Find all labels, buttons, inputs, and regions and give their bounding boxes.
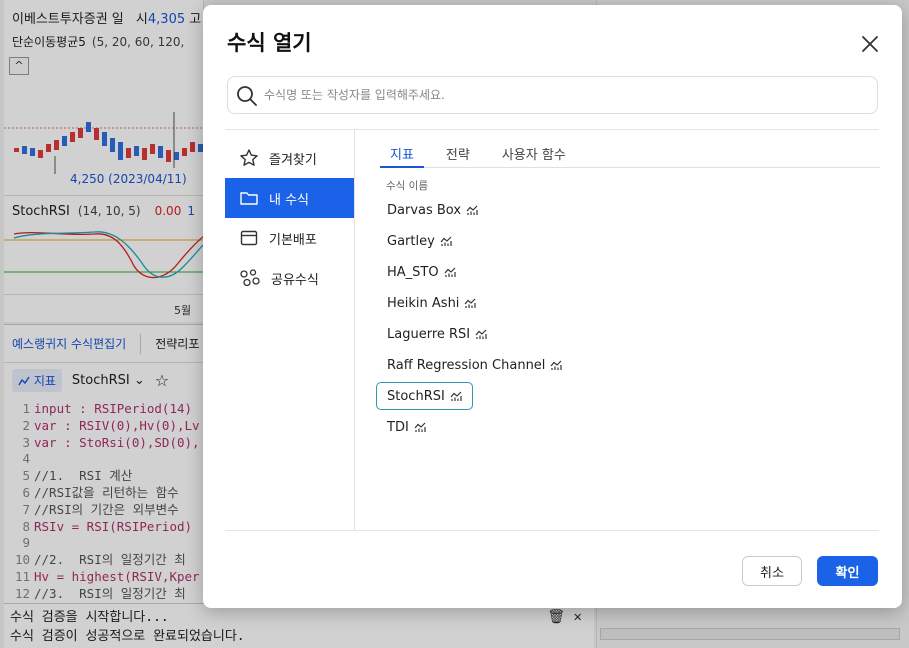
search-icon — [237, 86, 257, 106]
dialog-body: 즐겨찾기 내 수식 기본배포 공유수식 지표 전략 사용자 함수 수식 이름 D… — [225, 129, 880, 531]
indicator-chart-icon — [444, 267, 456, 277]
list-row: Gartley — [376, 227, 676, 258]
list-row: Laguerre RSI — [376, 320, 676, 351]
formula-item-name: Gartley — [387, 233, 435, 249]
sidebar-item-my-formulas[interactable]: 내 수식 — [225, 178, 354, 218]
list-row: TDI — [376, 413, 676, 444]
close-icon[interactable] — [859, 33, 881, 55]
formula-item-name: Heikin Ashi — [387, 295, 460, 311]
indicator-chart-icon — [464, 298, 477, 308]
formula-item-name: Raff Regression Channel — [387, 357, 546, 373]
list-row: HA_STO — [376, 258, 676, 289]
sidebar-item-label: 내 수식 — [269, 192, 310, 208]
formula-list-area: 지표 전략 사용자 함수 수식 이름 Darvas Box Gartley HA_S… — [356, 130, 880, 530]
list-row: Raff Regression Channel — [376, 351, 676, 382]
category-sidebar: 즐겨찾기 내 수식 기본배포 공유수식 — [225, 130, 355, 530]
indicator-chart-icon — [440, 236, 452, 246]
formula-list-item[interactable]: StochRSI — [376, 382, 473, 410]
sidebar-item-favorites[interactable]: 즐겨찾기 — [225, 138, 354, 178]
formula-item-name: HA_STO — [387, 264, 439, 280]
share-icon — [240, 269, 260, 287]
search-input[interactable] — [264, 83, 864, 107]
confirm-button[interactable]: 확인 — [817, 556, 878, 586]
formula-item-name: Laguerre RSI — [387, 326, 471, 342]
open-formula-dialog: 수식 열기 즐겨찾기 내 수식 기본배포 공유수식 — [203, 5, 902, 608]
sidebar-item-default-distribution[interactable]: 기본배포 — [225, 218, 354, 258]
window-icon — [240, 230, 258, 246]
column-header-formula-name: 수식 이름 — [386, 180, 428, 192]
indicator-chart-icon — [475, 329, 487, 339]
formula-list-item[interactable]: HA_STO — [376, 258, 467, 286]
cancel-button[interactable]: 취소 — [742, 556, 802, 586]
list-row: Darvas Box — [376, 196, 676, 227]
sidebar-item-label: 공유수식 — [271, 272, 319, 288]
sidebar-item-shared-formulas[interactable]: 공유수식 — [225, 258, 354, 298]
search-box — [227, 76, 878, 114]
formula-list-item[interactable]: TDI — [376, 413, 437, 441]
dialog-title: 수식 열기 — [227, 31, 312, 55]
indicator-chart-icon — [450, 391, 462, 401]
list-row: Heikin Ashi — [376, 289, 676, 320]
indicator-chart-icon — [414, 422, 426, 432]
formula-list-item[interactable]: Darvas Box — [376, 196, 489, 224]
tab-strategy[interactable]: 전략 — [436, 140, 480, 168]
star-icon — [240, 149, 258, 166]
formula-list-item[interactable]: Heikin Ashi — [376, 289, 487, 317]
folder-icon — [240, 192, 258, 205]
formula-list-item[interactable]: Laguerre RSI — [376, 320, 498, 348]
sidebar-item-label: 즐겨찾기 — [269, 152, 317, 168]
formula-type-tabs: 지표 전략 사용자 함수 — [380, 140, 880, 168]
formula-item-name: TDI — [387, 419, 409, 435]
sidebar-item-label: 기본배포 — [269, 232, 317, 248]
tab-user-function[interactable]: 사용자 함수 — [492, 140, 576, 168]
formula-list-item[interactable]: Raff Regression Channel — [376, 351, 573, 379]
list-row: StochRSI — [376, 382, 676, 413]
indicator-chart-icon — [550, 360, 563, 370]
formula-list-item[interactable]: Gartley — [376, 227, 463, 255]
formula-item-name: Darvas Box — [387, 202, 462, 218]
indicator-chart-icon — [466, 205, 478, 215]
tab-indicator[interactable]: 지표 — [380, 140, 424, 168]
formula-item-name: StochRSI — [387, 388, 445, 404]
formula-list: Darvas Box Gartley HA_STO Heikin Ashi Laguer… — [376, 196, 676, 444]
